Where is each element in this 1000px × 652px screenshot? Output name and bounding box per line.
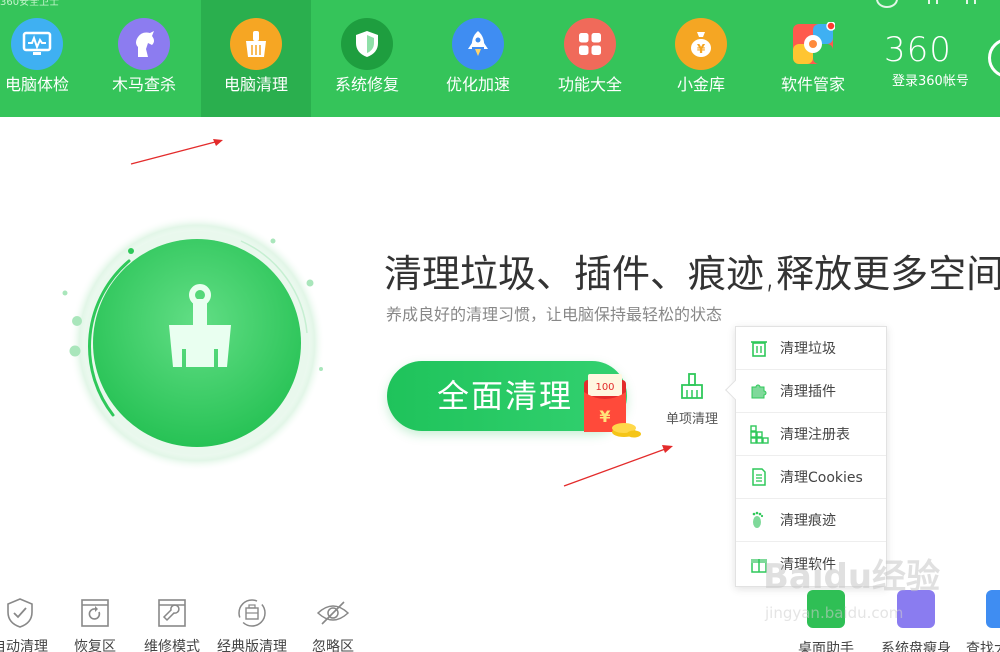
annotation-arrow [563,445,673,487]
tool-label: 经典版清理 [217,639,287,652]
menu-item-label: 清理Cookies [780,470,863,486]
restore-area-button[interactable]: 恢复区 [60,596,130,652]
footprint-icon [748,509,770,531]
nav-item-trojan-scan[interactable]: 木马查杀 [89,0,199,117]
menu-item-label: 清理垃圾 [780,341,836,357]
nav-item-system-repair[interactable]: 系统修复 [312,0,422,117]
broom-outline-icon [681,373,703,399]
single-item-cleanup-button[interactable]: 单项清理 [660,372,724,428]
annotation-arrow [130,139,223,165]
registry-icon [748,423,770,445]
menu-item-label: 清理插件 [780,384,836,400]
menu-button[interactable] [922,0,944,8]
restore-icon [78,596,112,630]
shield-icon [341,18,393,70]
top-navigation-bar: 360安全卫士 电脑体检 木马查杀 电脑清理 系统修复 优化加速 功能大全 ¥ … [0,0,1000,117]
repair-mode-button[interactable]: 维修模式 [137,596,207,652]
skin-icon [876,0,898,8]
menu-item-clean-plugins[interactable]: 清理插件 [736,370,886,413]
avatar[interactable] [988,38,1000,78]
system-disk-slim-button[interactable]: 系统盘瘦身 [876,590,956,652]
disk-slim-icon [897,590,935,628]
red-envelope-badge[interactable]: 100 ¥ [580,372,642,438]
shield-check-icon [3,596,37,630]
tool-label: 桌面助手 [798,641,854,652]
page-subheadline: 养成良好的清理习惯，让电脑保持最轻松的状态 [386,305,723,324]
tool-label: 查找大 [966,641,1000,652]
find-large-files-button[interactable]: 查找大 [958,590,1000,652]
rocket-icon [452,18,504,70]
trash-icon [748,337,770,359]
eye-off-icon [316,596,350,630]
ignore-area-button[interactable]: 忽略区 [298,596,368,652]
document-icon [748,466,770,488]
nav-label: 系统修复 [334,75,399,94]
nav-item-pc-checkup[interactable]: 电脑体检 [0,0,92,117]
wrench-icon [155,596,189,630]
tool-label: 维修模式 [144,639,200,652]
brand-area: 360 登录360帐号 [884,32,984,89]
redpack-symbol: ¥ [599,407,610,426]
monitor-check-icon [11,18,63,70]
menu-item-label: 清理注册表 [780,427,850,443]
classic-icon [235,596,269,630]
nav-label: 功能大全 [557,75,622,94]
nav-item-pc-cleanup[interactable]: 电脑清理 [201,0,311,117]
login-link[interactable]: 登录360帐号 [892,70,984,89]
menu-item-label: 清理软件 [780,556,836,573]
classic-cleanup-button[interactable]: 经典版清理 [217,596,287,652]
menu-item-clean-traces[interactable]: 清理痕迹 [736,499,886,542]
nav-label: 电脑体检 [4,75,69,94]
single-cleanup-menu: 清理垃圾 清理插件 清理注册表 清理Cookies 清理痕迹 清理软件 [725,326,887,587]
tool-label: 恢复区 [74,639,116,652]
nav-label: 小金库 [676,75,725,94]
app-window: 360安全卫士 电脑体检 木马查杀 电脑清理 系统修复 优化加速 功能大全 ¥ … [0,0,1000,652]
nav-label: 木马查杀 [111,75,176,94]
money-bag-icon: ¥ [675,18,727,70]
desktop-helper-icon [807,590,845,628]
redpack-amount: 100 [595,382,614,393]
page-headline: 清理垃圾、插件、痕迹,释放更多空间 [384,252,1000,296]
minimize-icon [966,0,976,4]
find-large-icon [986,590,1000,628]
tool-label: 忽略区 [312,639,354,652]
cleanup-status-circle [55,215,335,495]
menu-item-label: 清理痕迹 [780,513,836,529]
tool-label: 系统盘瘦身 [881,641,951,652]
app-store-icon [787,18,839,70]
tool-label: 自动清理 [0,639,48,652]
nav-item-software-manager[interactable]: 软件管家 [758,0,868,117]
menu-item-clean-software[interactable]: 清理软件 [736,542,886,585]
menu-icon [928,0,938,4]
auto-cleanup-button[interactable]: 自动清理 [0,596,55,652]
single-cleanup-label: 单项清理 [665,412,718,427]
broom-icon [230,18,282,70]
gift-icon [748,553,770,575]
menu-item-clean-junk[interactable]: 清理垃圾 [736,327,886,370]
svg-text:¥: ¥ [697,42,706,56]
menu-item-clean-cookies[interactable]: 清理Cookies [736,456,886,499]
puzzle-icon [748,380,770,402]
nav-label: 优化加速 [445,75,510,94]
nav-item-small-vault[interactable]: ¥ 小金库 [646,0,756,117]
horse-icon [118,18,170,70]
nav-item-all-features[interactable]: 功能大全 [535,0,645,117]
brand-logo: 360 [884,30,952,70]
desktop-helper-button[interactable]: 桌面助手 [786,590,866,652]
minimize-button[interactable] [960,0,982,8]
nav-label: 电脑清理 [223,75,288,94]
menu-item-clean-registry[interactable]: 清理注册表 [736,413,886,456]
nav-label: 软件管家 [780,75,845,94]
skin-button[interactable] [876,0,898,8]
grid-icon [564,18,616,70]
nav-item-optimize-speed[interactable]: 优化加速 [423,0,533,117]
